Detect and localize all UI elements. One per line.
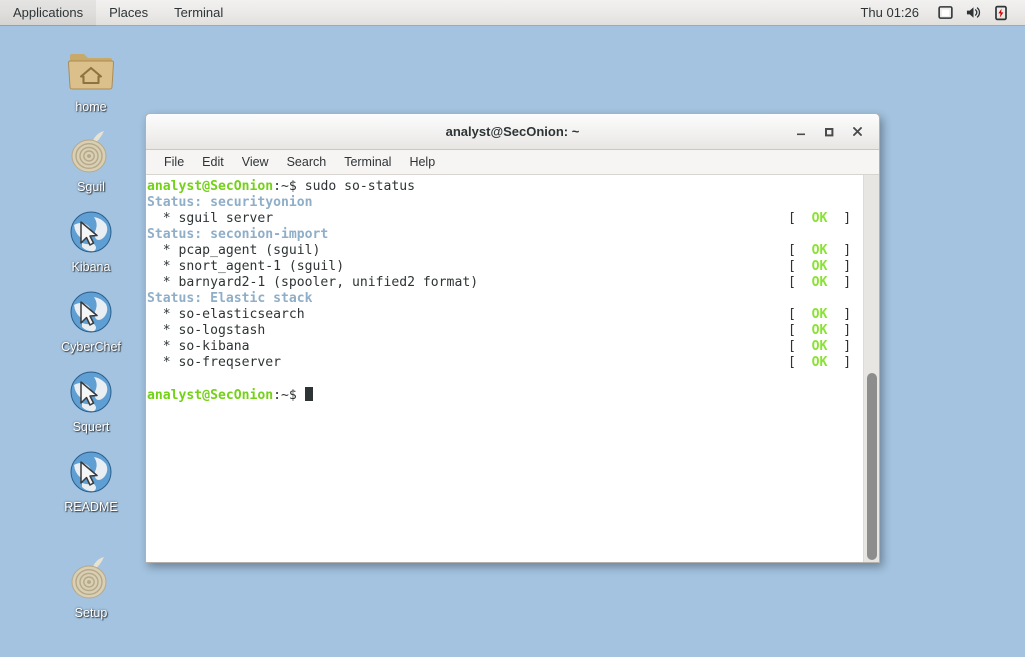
desktop-icon-label: Sguil — [77, 180, 105, 194]
terminal-output[interactable]: analyst@SecOnion:~$ sudo so-status Status… — [146, 175, 863, 562]
desktop-icon-label: home — [75, 100, 107, 114]
terminal-line: * so-elasticsearch [ OK ] — [147, 307, 863, 323]
minimize-button[interactable] — [788, 119, 814, 145]
service-name: * sguil server — [147, 211, 274, 226]
desktop-icon-readme[interactable]: README — [43, 448, 139, 514]
status-badge: [ OK ] — [788, 211, 852, 226]
service-name: * so-kibana — [147, 339, 250, 354]
status-group-header: Status: Elastic stack — [147, 291, 313, 306]
terminal-line: Status: Elastic stack — [147, 291, 863, 307]
terminal-line: * pcap_agent (sguil) [ OK ] — [147, 243, 863, 259]
home-folder-icon — [67, 48, 115, 96]
panel-menu-applications[interactable]: Applications — [0, 0, 97, 26]
terminal-line: * so-kibana [ OK ] — [147, 339, 863, 355]
close-button[interactable] — [844, 119, 870, 145]
status-badge: [ OK ] — [788, 243, 852, 258]
prompt-user: analyst@SecOnion — [147, 388, 274, 403]
prompt-tail: :~$ — [273, 179, 305, 194]
maximize-button[interactable] — [816, 119, 842, 145]
web-launcher-icon — [67, 448, 115, 496]
partial-icon — [67, 648, 115, 657]
terminal-cursor — [304, 387, 313, 401]
service-name: * snort_agent-1 (sguil) — [147, 259, 345, 274]
desktop-icon-squert[interactable]: Squert — [43, 368, 139, 434]
desktop-icon-label: CyberChef — [61, 340, 121, 354]
menu-edit[interactable]: Edit — [193, 150, 233, 175]
status-ok-text: OK — [811, 307, 828, 322]
desktop-icon-home[interactable]: home — [43, 48, 139, 114]
terminal-line: Status: seconion-import — [147, 227, 863, 243]
desktop-icon-kibana[interactable]: Kibana — [43, 208, 139, 274]
terminal-scrollbar[interactable] — [863, 175, 879, 562]
service-name: * so-freqserver — [147, 355, 282, 370]
desktop-icon-setup[interactable]: Setup — [43, 554, 139, 620]
terminal-window[interactable]: analyst@SecOnion: ~ File Edit View Searc… — [145, 113, 880, 563]
status-ok-text: OK — [811, 275, 828, 290]
web-launcher-icon — [67, 288, 115, 336]
status-ok-text: OK — [811, 355, 828, 370]
status-badge: [ OK ] — [788, 323, 852, 338]
terminal-title-bar[interactable]: analyst@SecOnion: ~ — [146, 114, 879, 150]
web-launcher-icon — [67, 368, 115, 416]
desktop-icon-cyberchef[interactable]: CyberChef — [43, 288, 139, 354]
service-name: * so-elasticsearch — [147, 307, 305, 322]
window-title: analyst@SecOnion: ~ — [445, 124, 580, 139]
terminal-line: * barnyard2-1 (spooler, unified2 format)… — [147, 275, 863, 291]
menu-terminal[interactable]: Terminal — [335, 150, 400, 175]
status-badge: [ OK ] — [788, 307, 852, 322]
display-icon[interactable] — [931, 0, 959, 26]
terminal-line: * snort_agent-1 (sguil) [ OK ] — [147, 259, 863, 275]
top-panel: Applications Places Terminal Thu 01:26 — [0, 0, 1025, 26]
status-group-header: Status: seconion-import — [147, 227, 329, 242]
menu-file[interactable]: File — [155, 150, 193, 175]
panel-tray: Thu 01:26 — [848, 0, 1025, 26]
status-ok-text: OK — [811, 339, 828, 354]
service-name: * so-logstash — [147, 323, 266, 338]
service-name: * pcap_agent (sguil) — [147, 243, 321, 258]
menu-view[interactable]: View — [233, 150, 278, 175]
status-badge: [ OK ] — [788, 355, 852, 370]
status-badge: [ OK ] — [788, 275, 852, 290]
status-badge: [ OK ] — [788, 339, 852, 354]
desktop-icon-label: README — [64, 500, 118, 514]
desktop-icon-label: Setup — [74, 606, 108, 620]
onion-icon — [67, 554, 115, 602]
panel-menu-terminal[interactable]: Terminal — [161, 0, 236, 26]
prompt-tail: :~$ — [273, 388, 305, 403]
terminal-menu-bar: File Edit View Search Terminal Help — [146, 150, 879, 175]
terminal-line: * so-freqserver [ OK ] — [147, 355, 863, 371]
desktop-icon-label: Squert — [72, 420, 110, 434]
web-launcher-icon — [67, 208, 115, 256]
clock[interactable]: Thu 01:26 — [848, 0, 931, 26]
menu-search[interactable]: Search — [278, 150, 336, 175]
desktop-icon-sguil[interactable]: Sguil — [43, 128, 139, 194]
scrollbar-thumb[interactable] — [867, 373, 877, 560]
battery-charging-icon[interactable] — [987, 0, 1015, 26]
prompt-user: analyst@SecOnion — [147, 179, 274, 194]
panel-menu-places[interactable]: Places — [96, 0, 161, 26]
desktop-icon-label: Kibana — [71, 260, 111, 274]
terminal-line: analyst@SecOnion:~$ — [147, 387, 863, 403]
onion-icon — [67, 128, 115, 176]
terminal-line: analyst@SecOnion:~$ sudo so-status — [147, 179, 863, 195]
status-ok-text: OK — [811, 243, 828, 258]
status-ok-text: OK — [811, 259, 828, 274]
service-name: * barnyard2-1 (spooler, unified2 format) — [147, 275, 479, 290]
terminal-line: * so-logstash [ OK ] — [147, 323, 863, 339]
terminal-command: sudo so-status — [304, 179, 416, 194]
window-controls — [788, 119, 879, 145]
terminal-body[interactable]: analyst@SecOnion:~$ sudo so-status Status… — [146, 175, 879, 562]
status-group-header: Status: securityonion — [147, 195, 313, 210]
menu-help[interactable]: Help — [400, 150, 444, 175]
panel-menu-group: Applications Places Terminal — [0, 0, 236, 26]
terminal-line: * sguil server [ OK ] — [147, 211, 863, 227]
terminal-line: Status: securityonion — [147, 195, 863, 211]
volume-icon[interactable] — [959, 0, 987, 26]
status-ok-text: OK — [811, 211, 828, 226]
desktop-icon-clipped[interactable] — [43, 648, 139, 657]
status-badge: [ OK ] — [788, 259, 852, 274]
status-ok-text: OK — [811, 323, 828, 338]
